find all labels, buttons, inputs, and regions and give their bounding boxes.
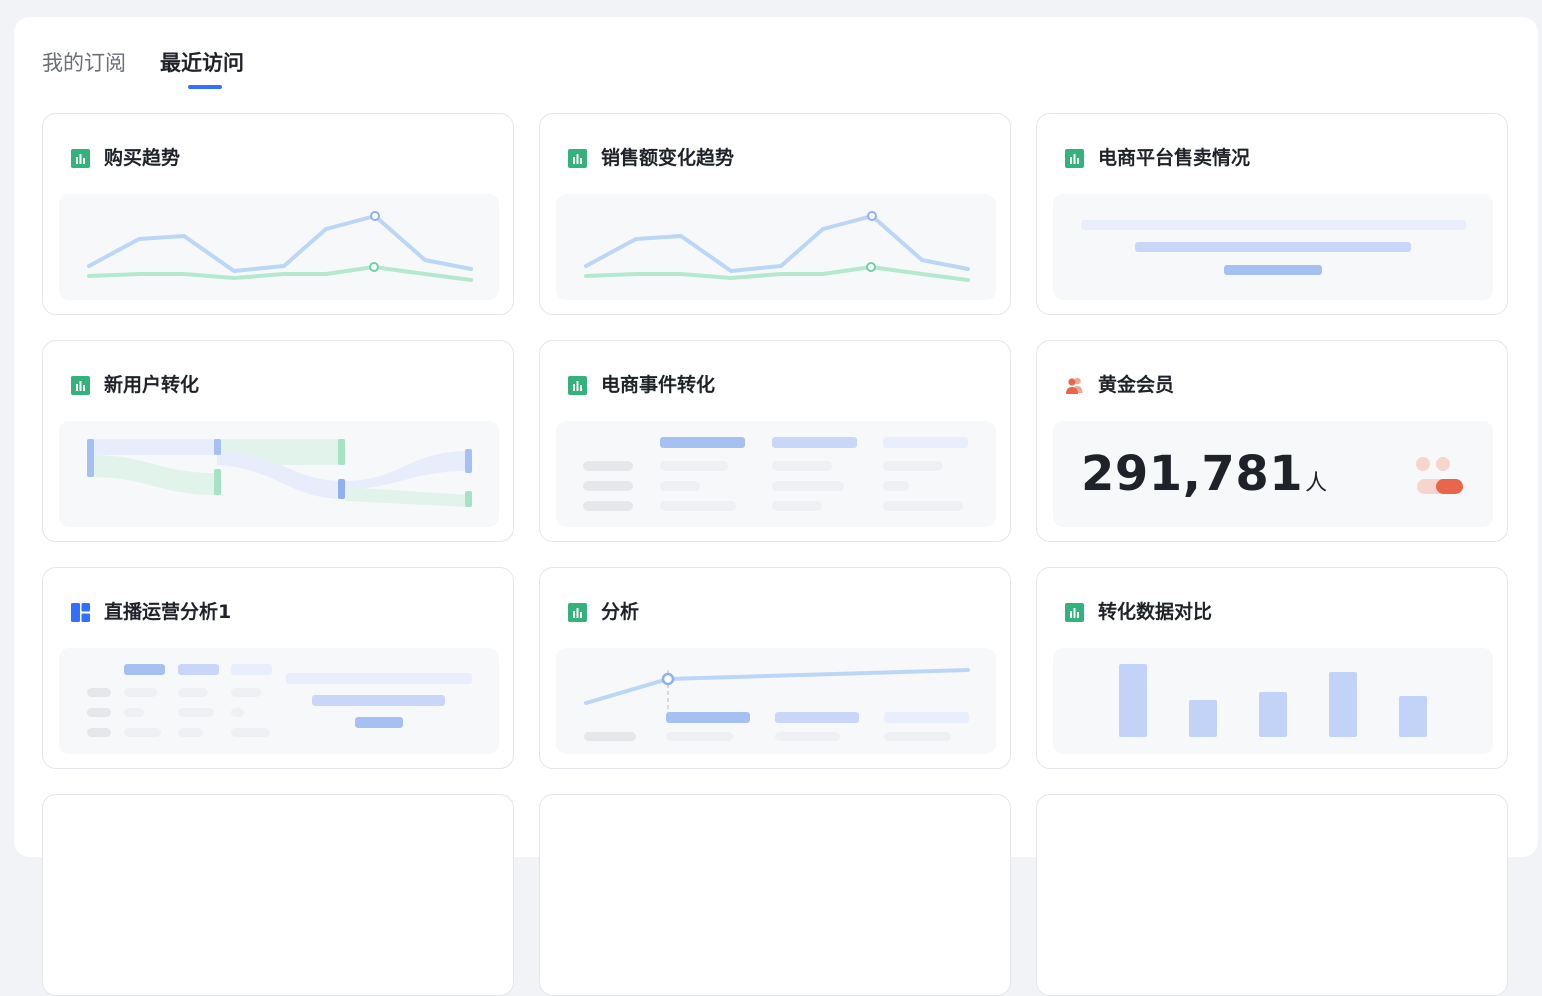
report-card[interactable]: 电商平台售卖情况 <box>1036 113 1508 315</box>
card-title: 电商事件转化 <box>601 374 716 396</box>
report-card[interactable]: 直播运营分析1 <box>42 567 514 769</box>
bar-chart-icon <box>71 376 90 395</box>
line-chart-thumbnail <box>59 194 499 300</box>
table-thumbnail <box>556 421 996 527</box>
card-title: 转化数据对比 <box>1098 601 1213 623</box>
report-card-partial[interactable] <box>1036 794 1508 996</box>
line-chart-thumbnail <box>556 194 996 300</box>
tab-my-subscriptions[interactable]: 我的订阅 <box>42 47 126 79</box>
report-card[interactable]: 转化数据对比 <box>1036 567 1508 769</box>
card-title: 分析 <box>601 601 640 623</box>
tab-recent-visits[interactable]: 最近访问 <box>160 47 244 79</box>
bar-chart-icon <box>568 603 587 622</box>
report-card[interactable]: 分析 <box>539 567 1011 769</box>
card-title: 购买趋势 <box>104 147 181 169</box>
bar-chart-icon <box>1065 149 1084 168</box>
bar-chart-icon <box>568 149 587 168</box>
metric-thumbnail: 291,781人 <box>1053 421 1493 527</box>
users-icon <box>1066 377 1083 394</box>
member-toggle-icon <box>1416 457 1463 494</box>
report-card-partial[interactable] <box>539 794 1011 996</box>
sankey-thumbnail <box>59 421 499 527</box>
card-title: 黄金会员 <box>1098 374 1175 396</box>
card-title: 直播运营分析1 <box>104 601 232 623</box>
report-card[interactable]: 电商事件转化 <box>539 340 1011 542</box>
dashboard-icon <box>71 603 90 622</box>
card-title: 销售额变化趋势 <box>601 147 735 169</box>
card-title: 电商平台售卖情况 <box>1098 147 1251 169</box>
dashboard-thumbnail <box>59 648 499 754</box>
bar-chart-icon <box>1065 603 1084 622</box>
report-card[interactable]: 购买趋势 <box>42 113 514 315</box>
bar-chart-icon <box>71 149 90 168</box>
report-card-partial[interactable] <box>42 794 514 996</box>
card-title: 新用户转化 <box>104 374 200 396</box>
funnel-thumbnail <box>1053 194 1493 300</box>
bar-chart-icon <box>568 376 587 395</box>
report-card[interactable]: 新用户转化 <box>42 340 514 542</box>
line-table-thumbnail <box>556 648 996 754</box>
report-card[interactable]: 销售额变化趋势 <box>539 113 1011 315</box>
report-card[interactable]: 黄金会员 291,781人 <box>1036 340 1508 542</box>
active-tab-indicator <box>188 85 222 89</box>
bar-chart-thumbnail <box>1053 648 1493 754</box>
